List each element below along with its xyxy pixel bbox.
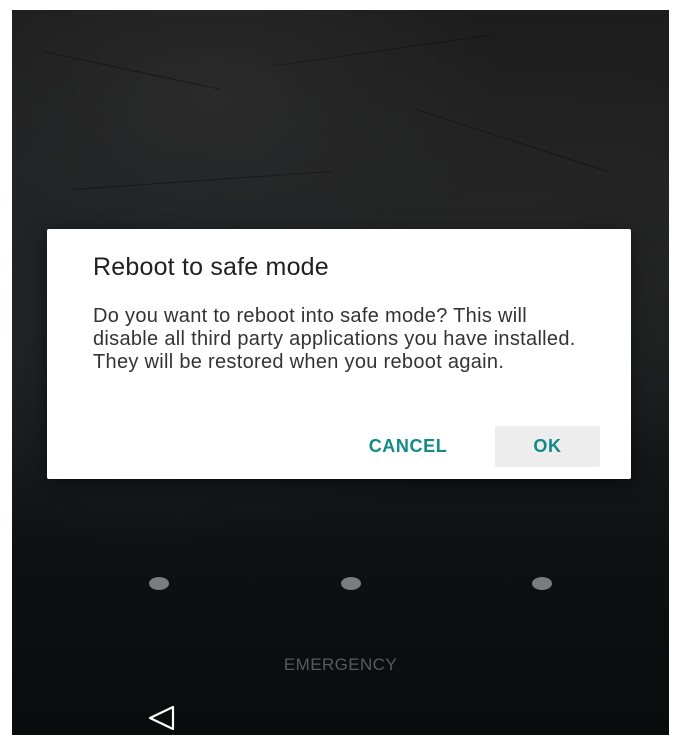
cancel-button[interactable]: CANCEL — [353, 426, 463, 467]
emergency-call-button[interactable]: EMERGENCY — [12, 655, 669, 675]
wallpaper-texture — [416, 109, 608, 172]
dialog-message: Do you want to reboot into safe mode? Th… — [93, 305, 576, 373]
back-triangle-icon[interactable] — [146, 704, 180, 732]
safe-mode-dialog: Reboot to safe mode Do you want to reboo… — [47, 229, 631, 479]
wallpaper-texture — [72, 170, 332, 191]
ok-button[interactable]: OK — [495, 426, 600, 467]
pattern-dot-2[interactable] — [341, 577, 361, 590]
wallpaper-texture — [43, 51, 221, 90]
wallpaper-texture — [273, 34, 491, 67]
dialog-title: Reboot to safe mode — [93, 253, 329, 281]
pattern-dot-1[interactable] — [149, 577, 169, 590]
pattern-dot-3[interactable] — [532, 577, 552, 590]
